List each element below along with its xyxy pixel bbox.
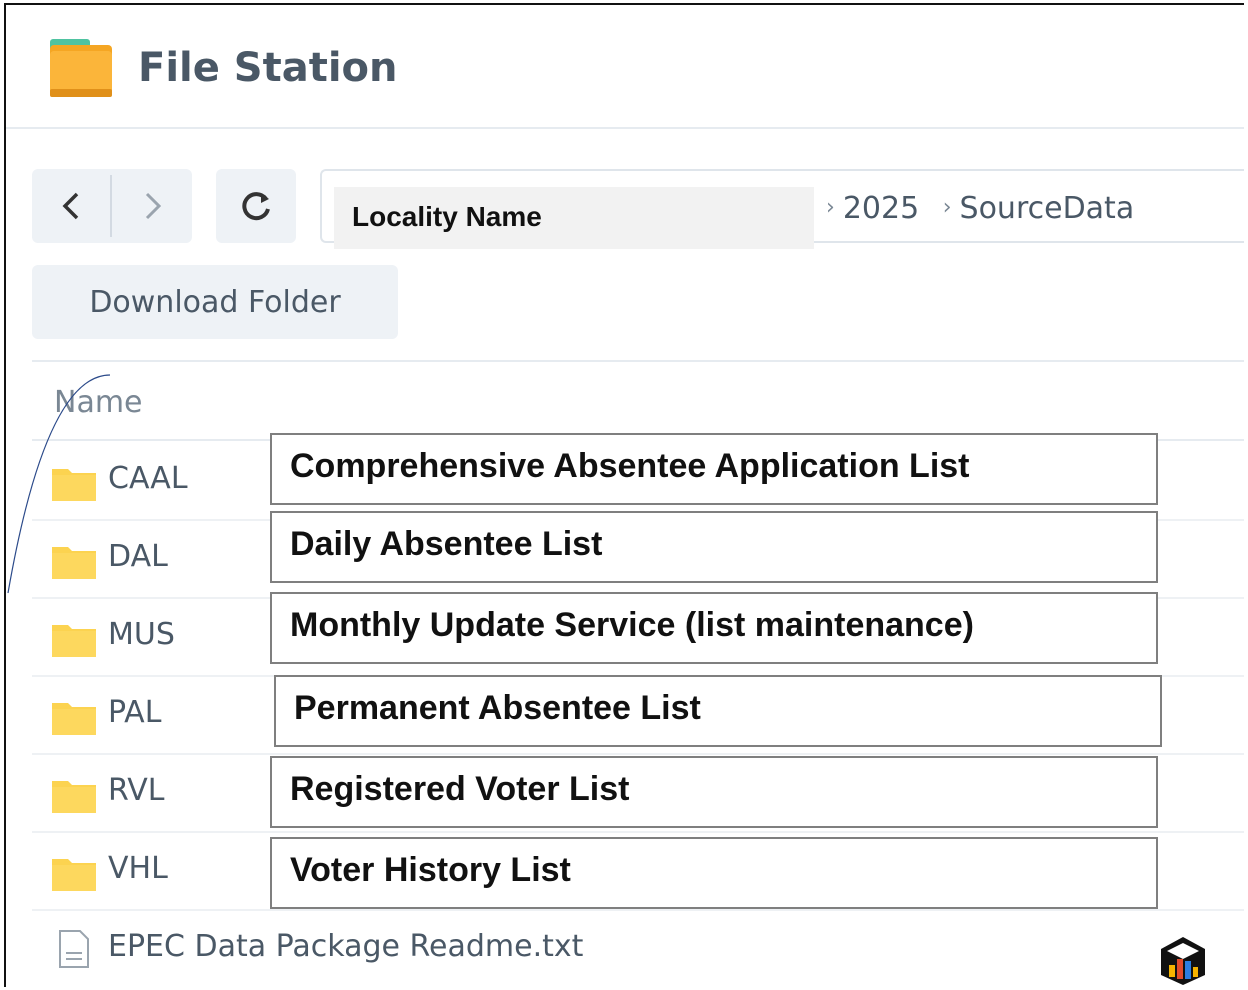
chevron-right-icon: › — [942, 195, 952, 220]
folder-description-vhl: Voter History List — [270, 837, 1158, 909]
locality-name-overlay: Locality Name — [334, 187, 814, 249]
folder-description-rvl: Registered Voter List — [270, 756, 1158, 828]
back-button[interactable] — [32, 169, 110, 243]
folder-icon — [52, 703, 96, 735]
folder-icon — [52, 547, 96, 579]
description-text: Monthly Update Service (list maintenance… — [290, 606, 974, 644]
description-text: Registered Voter List — [290, 770, 630, 808]
chevron-right-icon: › — [826, 195, 835, 220]
folder-icon — [52, 469, 96, 501]
folder-name: VHL — [108, 851, 168, 886]
folder-name: CAAL — [108, 461, 188, 496]
folder-name: RVL — [108, 773, 165, 808]
nav-button-group — [32, 169, 192, 243]
description-text: Daily Absentee List — [290, 525, 603, 563]
cube-logo-icon — [1161, 937, 1205, 985]
chevron-left-icon — [62, 192, 79, 220]
refresh-button[interactable] — [216, 169, 296, 243]
chevron-right-icon — [145, 192, 162, 220]
description-text: Voter History List — [290, 851, 571, 889]
locality-name-label: Locality Name — [352, 201, 542, 232]
description-text: Permanent Absentee List — [294, 689, 701, 727]
forward-button[interactable] — [114, 169, 192, 243]
folder-icon — [52, 859, 96, 891]
app-header: File Station — [6, 5, 1244, 129]
breadcrumb: › 2025 › SourceData — [826, 191, 1134, 226]
folder-description-caal: Comprehensive Absentee Application List — [270, 433, 1158, 505]
text-file-icon — [59, 930, 89, 968]
app-title: File Station — [138, 45, 398, 91]
folder-description-dal: Daily Absentee List — [270, 511, 1158, 583]
folder-name: MUS — [108, 617, 175, 652]
folder-description-mus: Monthly Update Service (list maintenance… — [270, 592, 1158, 664]
folder-icon — [52, 625, 96, 657]
file-station-window: File Station Locality Name › 2025 › Source… — [4, 3, 1244, 987]
refresh-icon — [242, 192, 270, 221]
file-row-readme[interactable]: EPEC Data Package Readme.txt — [32, 909, 1244, 987]
toolbar-divider — [32, 360, 1244, 362]
folder-name: PAL — [108, 695, 162, 730]
folder-icon — [52, 781, 96, 813]
file-name: EPEC Data Package Readme.txt — [108, 929, 584, 964]
description-text: Comprehensive Absentee Application List — [290, 447, 970, 485]
file-station-app-icon — [50, 39, 112, 97]
folder-description-pal: Permanent Absentee List — [274, 675, 1162, 747]
breadcrumb-2025[interactable]: 2025 — [843, 191, 919, 226]
breadcrumb-sourcedata[interactable]: SourceData — [960, 191, 1135, 226]
nav-divider — [110, 175, 112, 237]
folder-name: DAL — [108, 539, 168, 574]
download-folder-button[interactable]: Download Folder — [32, 265, 398, 339]
